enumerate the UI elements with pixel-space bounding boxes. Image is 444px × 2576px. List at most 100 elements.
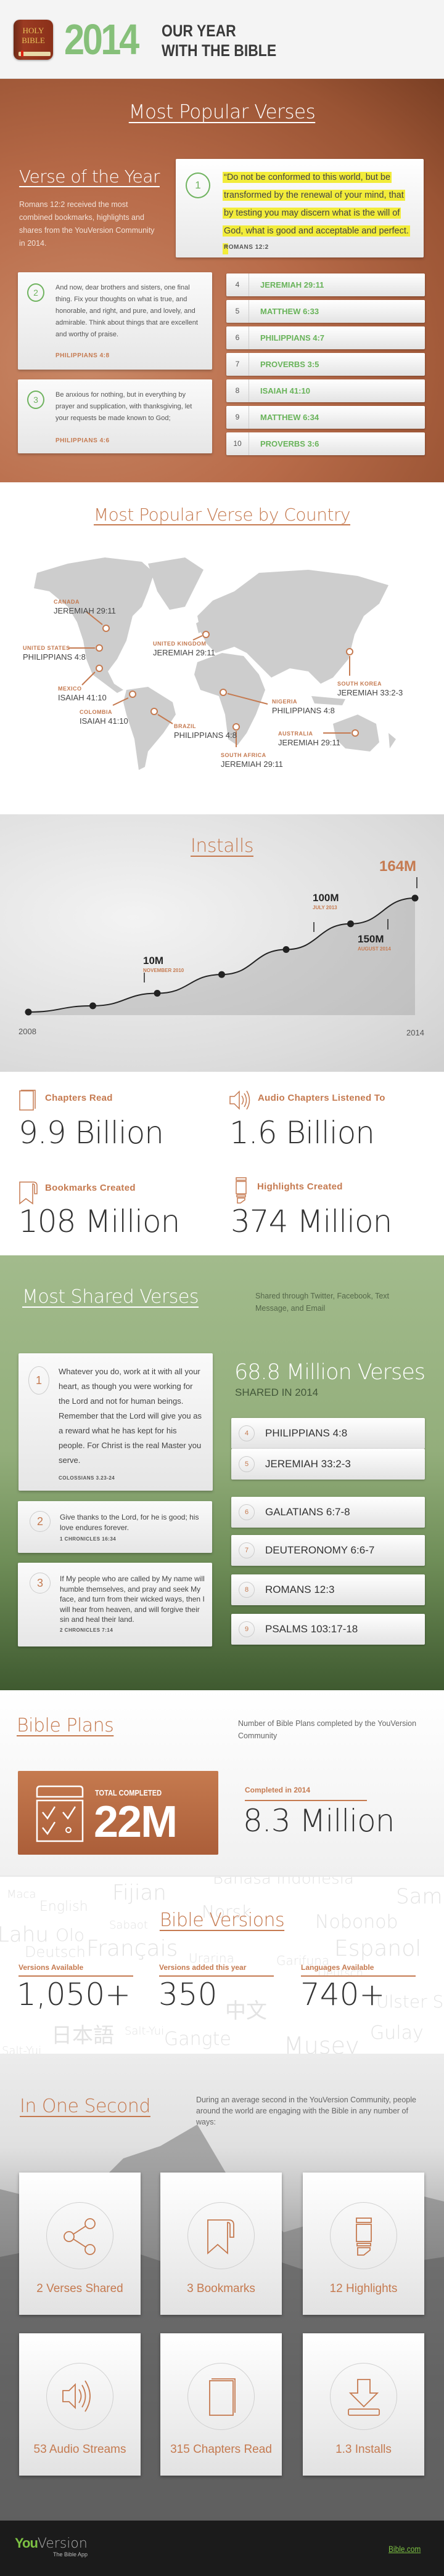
popular-verse-item: 9 MATTHEW 6:34 xyxy=(226,406,425,429)
popular-verse-item: 10 PROVERBS 3:6 xyxy=(226,432,425,455)
language-word: Ulster Sc xyxy=(376,1991,444,2012)
popular-verse-item: 6 PHILIPPIANS 4:7 xyxy=(226,326,425,349)
installs-point xyxy=(25,1008,32,1016)
total-completed-box: TOTAL COMPLETED 22M xyxy=(18,1771,218,1855)
country-name: SOUTH AFRICA xyxy=(221,752,266,758)
country-marker xyxy=(352,729,359,737)
section-title: Bible Plans xyxy=(17,1715,114,1736)
verse-card-1: 1 “Do not be conformed to this world, bu… xyxy=(176,159,424,257)
bible-com-link[interactable]: Bible.com xyxy=(388,2544,421,2554)
bookmark-icon xyxy=(19,1181,38,1205)
shared-verse-item: 4 PHILIPPIANS 4:8 xyxy=(231,1418,425,1449)
installs-point xyxy=(282,946,290,953)
popular-verse-item: 5 MATTHEW 6:33 xyxy=(226,300,425,323)
highlights-value: 374 Million xyxy=(231,1204,392,1239)
section-title: Bible Versions xyxy=(159,1910,285,1931)
in-one-second-card: 3 Bookmarks xyxy=(160,2173,282,2315)
highlighter-icon xyxy=(236,1177,247,1204)
verse-by-country-section: Most Popular Verse by Country CANADA JERE… xyxy=(0,482,444,814)
country-verse: JEREMIAH 29:11 xyxy=(278,738,340,747)
versions-added-value: 350 xyxy=(158,1977,218,2012)
annotation-value: 100M xyxy=(313,892,339,904)
annotation-date: AUGUST 2014 xyxy=(358,946,391,952)
title-line-2: WITH THE BIBLE xyxy=(162,41,277,60)
country-name: MEXICO xyxy=(58,686,82,692)
country-name: BRAZIL xyxy=(174,723,196,729)
country-marker xyxy=(232,723,240,731)
checklist-icon xyxy=(36,1785,84,1842)
country-name: CANADA xyxy=(54,599,80,605)
shared-verse-item: 9 PSALMS 103:17-18 xyxy=(231,1614,425,1645)
annotation-date: JULY 2013 xyxy=(313,905,337,910)
country-marker xyxy=(150,708,158,715)
country-name: AUSTRALIA xyxy=(278,731,313,737)
speaker-icon xyxy=(62,2380,91,2412)
language-word: Bahasa Indonesia xyxy=(213,1875,354,1888)
installs-point xyxy=(347,920,354,928)
chapters-read-value: 9.9 Billion xyxy=(18,1115,164,1151)
bible-versions-section: Maca English Fijian Bahasa Indonesia Norsk Sa… xyxy=(0,1875,444,2054)
shared-verse-card-1: 1 Whatever you do, work at it with all y… xyxy=(18,1353,213,1491)
verse-of-year-heading: Verse of the Year xyxy=(19,166,160,187)
installs-point xyxy=(411,894,419,902)
verse-of-year-description: Romans 12:2 received the most combined b… xyxy=(19,200,155,248)
popular-verse-item: 4 JEREMIAH 29:11 xyxy=(226,273,425,296)
annotation-value: 150M xyxy=(358,933,384,945)
marker-line xyxy=(81,671,96,686)
language-word: Deutsch xyxy=(25,1943,86,1961)
country-verse: PHILIPPIANS 4:8 xyxy=(272,706,335,715)
country-name: UNITED STATES xyxy=(23,645,70,651)
annotation-date: NOVEMBER 2010 xyxy=(143,968,184,973)
language-word: Français xyxy=(86,1936,178,1961)
in-one-second-card: 53 Audio Streams xyxy=(19,2333,141,2476)
youversion-logo: YouVersion xyxy=(15,2535,88,2551)
section-description: During an average second in the YouVersi… xyxy=(196,2096,416,2126)
section-title: Most Shared Verses xyxy=(22,1286,199,1308)
year-title: 2014 xyxy=(64,15,139,63)
shared-total: 68.8 Million Verses xyxy=(234,1360,426,1385)
annotation-value: 164M xyxy=(379,858,416,875)
marker-line xyxy=(192,635,203,641)
country-name: SOUTH KOREA xyxy=(337,681,382,687)
usage-stats-section: Chapters Read 9.9 Billion Audio Chapters… xyxy=(0,1072,444,1255)
country-verse: PHILIPPIANS 4:8 xyxy=(174,731,237,740)
installs-point xyxy=(154,990,161,997)
in-one-second-card: 2 Verses Shared xyxy=(19,2173,141,2315)
book-icon xyxy=(19,1090,36,1111)
shared-total-sub: SHARED IN 2014 xyxy=(235,1387,319,1398)
completed-2014-value: 8.3 Million xyxy=(243,1803,395,1839)
country-verse: JEREMIAH 33:2-3 xyxy=(337,688,403,697)
country-marker xyxy=(202,631,210,638)
shared-verse-card-3: 3 If My people who are called by My name… xyxy=(18,1563,212,1646)
verse-text: “Do not be conformed to this world, but … xyxy=(223,172,410,254)
bookmarks-value: 108 Million xyxy=(18,1204,180,1239)
in-one-second-section: In One Second During an average second i… xyxy=(0,2054,444,2521)
language-word: Samb xyxy=(396,1884,444,1909)
plans-description: Number of Bible Plans completed by the Y… xyxy=(238,1719,417,1740)
installs-point xyxy=(89,1002,96,1010)
language-word: Fijian xyxy=(112,1881,166,1905)
download-icon xyxy=(348,2379,380,2416)
country-marker xyxy=(129,691,136,698)
country-name: NIGERIA xyxy=(272,699,298,705)
country-name: COLOMBIA xyxy=(80,709,112,715)
country-verse: ISAIAH 41:10 xyxy=(80,716,128,726)
x-start-label: 2008 xyxy=(18,1027,36,1036)
shared-verse-item: 5 JEREMIAH 33:2-3 xyxy=(231,1449,425,1480)
country-name: UNITED KINGDOM xyxy=(153,641,207,647)
versions-available-value: 1,050+ xyxy=(17,1977,131,2012)
holy-bible-app-icon: HOLY BIBLE xyxy=(14,20,53,60)
country-marker xyxy=(220,689,227,696)
country-marker xyxy=(96,644,103,652)
language-word: Musey xyxy=(284,2032,360,2054)
shared-verse-item: 8 ROMANS 12:3 xyxy=(231,1574,425,1605)
language-word: Salt-Yui xyxy=(2,2044,42,2054)
most-popular-verses-section: Most Popular Verses Verse of the Year Ro… xyxy=(0,79,444,482)
language-word: 日本語 xyxy=(51,2023,114,2048)
shared-verse-item: 7 DEUTERONOMY 6:6-7 xyxy=(231,1535,425,1566)
installs-chart: 2008 2014 10M NOVEMBER 2010 100MJULY 2013 150… xyxy=(18,858,424,1037)
popular-verse-item: 7 PROVERBS 3:5 xyxy=(226,353,425,376)
language-word: Gangte xyxy=(164,2028,231,2050)
verse-card-2: 2 And now, dear brothers and sisters, on… xyxy=(18,272,212,370)
country-verse: JEREMIAH 29:11 xyxy=(153,648,215,657)
